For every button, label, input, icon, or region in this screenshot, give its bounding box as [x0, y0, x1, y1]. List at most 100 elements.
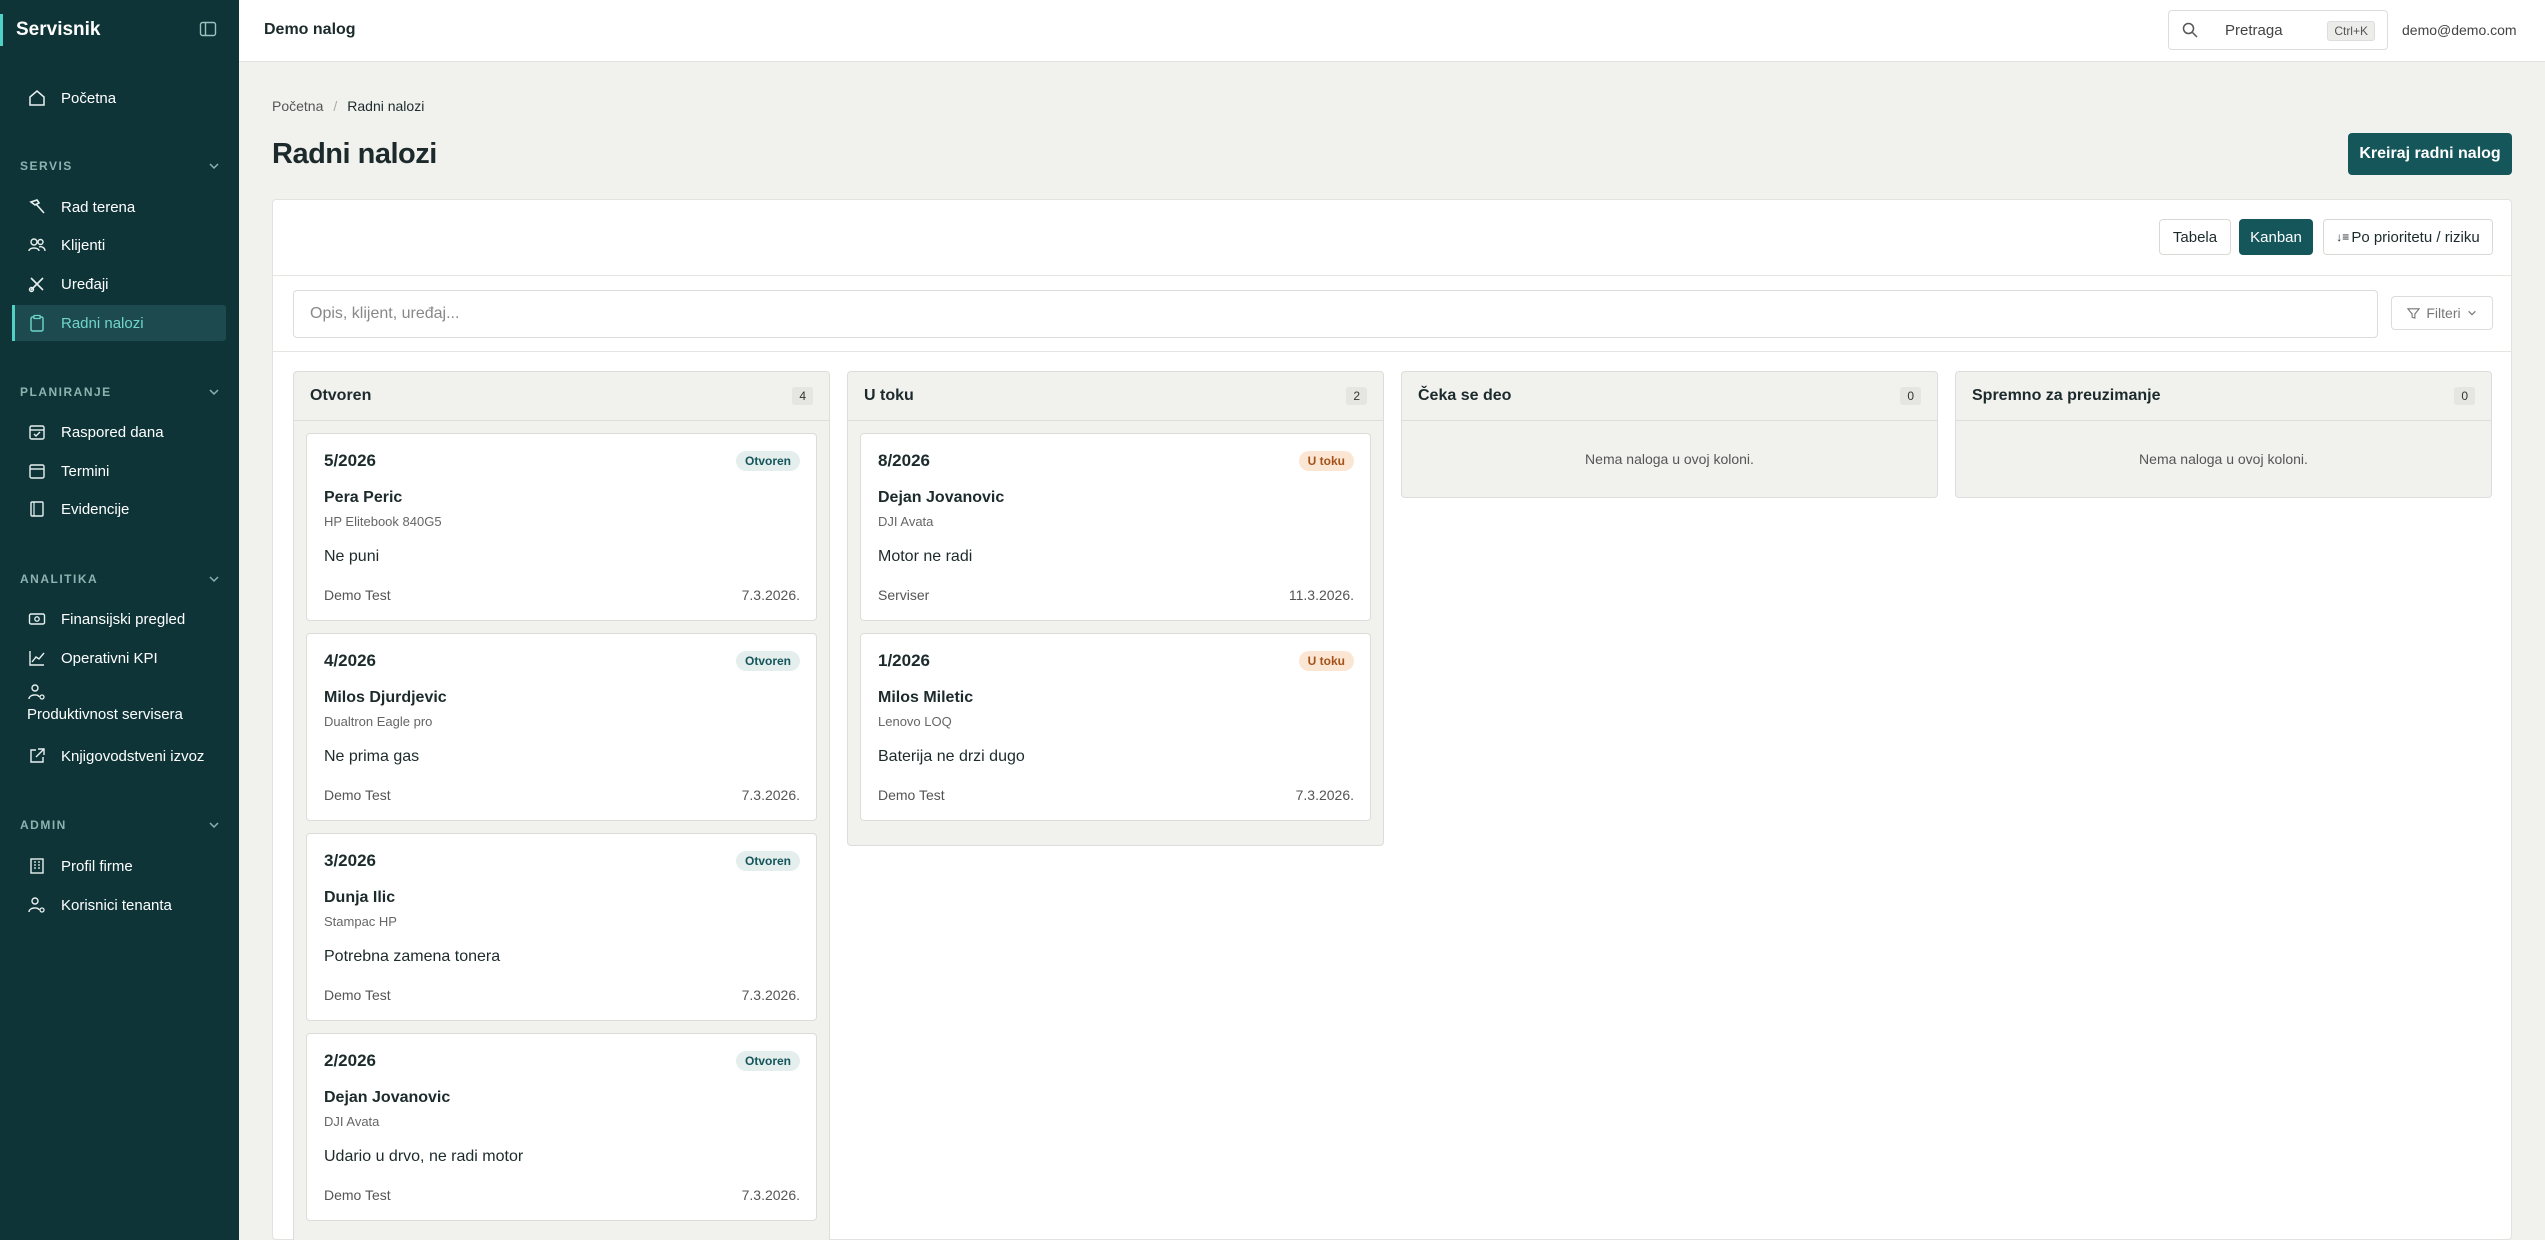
section-servis[interactable]: SERVIS [20, 159, 220, 173]
sidebar-toggle-icon[interactable] [199, 20, 217, 38]
device-name: DJI Avata [878, 514, 934, 529]
sidebar-item-produktivnost[interactable]: Produktivnost servisera [12, 680, 226, 730]
sidebar-item-rad-terena[interactable]: Rad terena [12, 189, 226, 225]
user-email[interactable]: demo@demo.com [2402, 22, 2517, 38]
status-badge: U toku [1298, 651, 1354, 671]
kanban-view-button[interactable]: Kanban [2239, 219, 2313, 255]
create-work-order-button[interactable]: Kreiraj radni nalog [2348, 133, 2512, 175]
divider [273, 351, 2511, 352]
calendar-icon [27, 461, 47, 481]
section-admin-label: ADMIN [20, 818, 67, 832]
status-badge: Otvoren [735, 1051, 800, 1071]
breadcrumb-home[interactable]: Početna [272, 98, 323, 114]
search-label: Pretraga [2225, 21, 2283, 39]
calendar-check-icon [27, 422, 47, 442]
sidebar-item-profil-firme[interactable]: Profil firme [12, 848, 226, 884]
sidebar-item-label: Termini [61, 462, 110, 480]
client-name: Milos Djurdjevic [324, 689, 447, 706]
filters-label: Filteri [2426, 305, 2461, 321]
sidebar-item-label: Produktivnost servisera [27, 706, 183, 723]
sidebar-item-label: Početna [61, 89, 117, 107]
sidebar-item-pocetna[interactable]: Početna [12, 80, 226, 116]
sidebar-item-raspored-dana[interactable]: Raspored dana [12, 414, 226, 450]
sidebar-item-knjigovodstveni-izvoz[interactable]: Knjigovodstveni izvoz [12, 738, 226, 774]
client-name: Pera Peric [324, 489, 403, 506]
status-badge: U toku [1298, 451, 1354, 471]
sidebar-item-klijenti[interactable]: Klijenti [12, 227, 226, 263]
clipboard-icon [27, 313, 47, 333]
column-otvoren: Otvoren 4 5/2026 Otvoren Pera Peric HP E… [293, 371, 830, 1240]
order-number: 1/2026 [878, 651, 930, 670]
client-name: Milos Miletic [878, 689, 974, 706]
sidebar-item-label: Raspored dana [61, 423, 164, 441]
technician: Serviser [878, 587, 930, 603]
status-badge: Otvoren [735, 651, 800, 671]
order-date: 11.3.2026. [1288, 587, 1354, 603]
chevron-down-icon [209, 163, 219, 170]
empty-column-message: Nema naloga u ovoj koloni. [1585, 451, 1754, 467]
order-date: 7.3.2026. [741, 787, 800, 803]
technician: Demo Test [324, 587, 391, 603]
order-date: 7.3.2026. [741, 987, 800, 1003]
chevron-down-icon [209, 576, 219, 583]
search-input[interactable]: Opis, klijent, uređaj... [293, 290, 2378, 338]
order-date: 7.3.2026. [1295, 787, 1354, 803]
home-icon [27, 88, 47, 108]
work-order-card[interactable]: 3/2026 Otvoren Dunja Ilic Stampac HP Pot… [306, 833, 817, 1021]
client-name: Dejan Jovanovic [324, 1089, 451, 1106]
column-body: 8/2026 U toku Dejan Jovanovic DJI Avata … [848, 421, 1383, 845]
work-order-card[interactable]: 8/2026 U toku Dejan Jovanovic DJI Avata … [860, 433, 1371, 621]
work-orders-panel: Tabela Kanban ↓≡ Po prioritetu / riziku … [272, 199, 2512, 1240]
search-shortcut: Ctrl+K [2327, 21, 2375, 41]
device-name: HP Elitebook 840G5 [324, 514, 442, 529]
column-count: 2 [1346, 387, 1367, 405]
issue-description: Motor ne radi [878, 548, 973, 565]
column-title: Spremno za preuzimanje [1972, 387, 2161, 404]
section-admin[interactable]: ADMIN [20, 818, 220, 832]
users-icon [27, 235, 47, 255]
issue-description: Ne puni [324, 548, 380, 565]
user-gear-icon [27, 682, 47, 702]
column-title: Čeka se deo [1418, 387, 1512, 404]
section-planiranje[interactable]: PLANIRANJE [20, 385, 220, 399]
sidebar-item-evidencije[interactable]: Evidencije [12, 491, 226, 527]
order-number: 5/2026 [324, 451, 376, 470]
sidebar-item-termini[interactable]: Termini [12, 453, 226, 489]
sort-icon: ↓≡ [2336, 230, 2350, 244]
order-number: 4/2026 [324, 651, 376, 670]
status-badge: Otvoren [735, 851, 800, 871]
column-header: Čeka se deo 0 [1402, 372, 1937, 421]
app-brand[interactable]: Servisnik [16, 19, 101, 41]
work-order-card[interactable]: 4/2026 Otvoren Milos Djurdjevic Dualtron… [306, 633, 817, 821]
section-analitika[interactable]: ANALITIKA [20, 572, 220, 586]
sidebar-item-label: Uređaji [61, 275, 109, 293]
search-button[interactable]: Pretraga Ctrl+K [2168, 10, 2388, 50]
order-number: 2/2026 [324, 1051, 376, 1070]
column-count: 0 [1900, 387, 1921, 405]
sort-button[interactable]: ↓≡ Po prioritetu / riziku [2323, 219, 2493, 255]
work-order-card[interactable]: 1/2026 U toku Milos Miletic Lenovo LOQ B… [860, 633, 1371, 821]
section-planiranje-label: PLANIRANJE [20, 385, 112, 399]
column-header: U toku 2 [848, 372, 1383, 421]
client-name: Dejan Jovanovic [878, 489, 1005, 506]
building-icon [27, 856, 47, 876]
sidebar-item-operativni-kpi[interactable]: Operativni KPI [12, 640, 226, 676]
sidebar-item-korisnici-tenanta[interactable]: Korisnici tenanta [12, 887, 226, 923]
topbar: Demo nalog Pretraga Ctrl+K demo@demo.com [239, 0, 2545, 62]
chevron-down-icon [2467, 310, 2476, 316]
sidebar-item-radni-nalozi[interactable]: Radni nalozi [12, 305, 226, 341]
client-name: Dunja Ilic [324, 889, 396, 906]
column-body: 5/2026 Otvoren Pera Peric HP Elitebook 8… [294, 421, 829, 1240]
work-order-card[interactable]: 2/2026 Otvoren Dejan Jovanovic DJI Avata… [306, 1033, 817, 1221]
sidebar-item-finansijski-pregled[interactable]: Finansijski pregled [12, 601, 226, 637]
table-view-button[interactable]: Tabela [2159, 219, 2231, 255]
work-order-card[interactable]: 5/2026 Otvoren Pera Peric HP Elitebook 8… [306, 433, 817, 621]
order-number: 3/2026 [324, 851, 376, 870]
technician: Demo Test [878, 787, 945, 803]
column-ceka-se-deo: Čeka se deo 0 Nema naloga u ovoj koloni. [1401, 371, 1938, 498]
filters-button[interactable]: Filteri [2391, 296, 2493, 330]
order-number: 8/2026 [878, 451, 930, 470]
sidebar-item-uredjaji[interactable]: Uređaji [12, 266, 226, 302]
sidebar-item-label: Evidencije [61, 500, 130, 518]
search-icon [2182, 22, 2198, 38]
